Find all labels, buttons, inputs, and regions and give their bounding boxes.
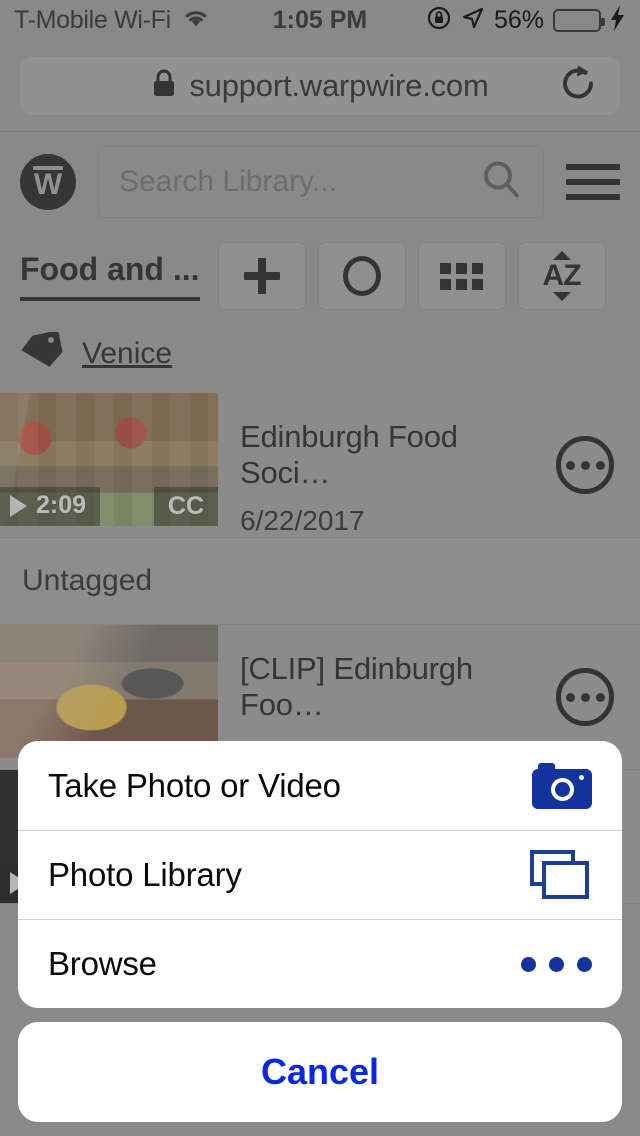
ellipsis-icon [521, 956, 592, 972]
status-bar-right: 56% [426, 4, 626, 36]
browse-option[interactable]: Browse [18, 919, 622, 1008]
camera-icon [532, 762, 592, 809]
option-label: Take Photo or Video [48, 766, 341, 804]
option-label: Photo Library [48, 856, 242, 893]
take-photo-or-video-option[interactable]: Take Photo or Video [18, 741, 622, 830]
battery-percent-label: 56% [493, 5, 544, 34]
photo-library-option[interactable]: Photo Library [18, 830, 622, 919]
action-sheet-options: Take Photo or Video Photo Library Browse [18, 741, 622, 1008]
photo-library-icon [530, 850, 592, 900]
location-arrow-icon [461, 6, 485, 35]
action-sheet: Take Photo or Video Photo Library Browse [0, 741, 640, 1136]
charging-bolt-icon [610, 4, 626, 36]
cancel-button[interactable]: Cancel [18, 1022, 622, 1122]
option-label: Browse [48, 945, 157, 982]
battery-icon [553, 8, 605, 32]
rotation-lock-icon [426, 5, 452, 36]
iphone-screen: T-Mobile Wi-Fi 1:05 PM 56% support.warpw… [0, 0, 640, 1136]
cancel-label: Cancel [260, 1051, 380, 1092]
